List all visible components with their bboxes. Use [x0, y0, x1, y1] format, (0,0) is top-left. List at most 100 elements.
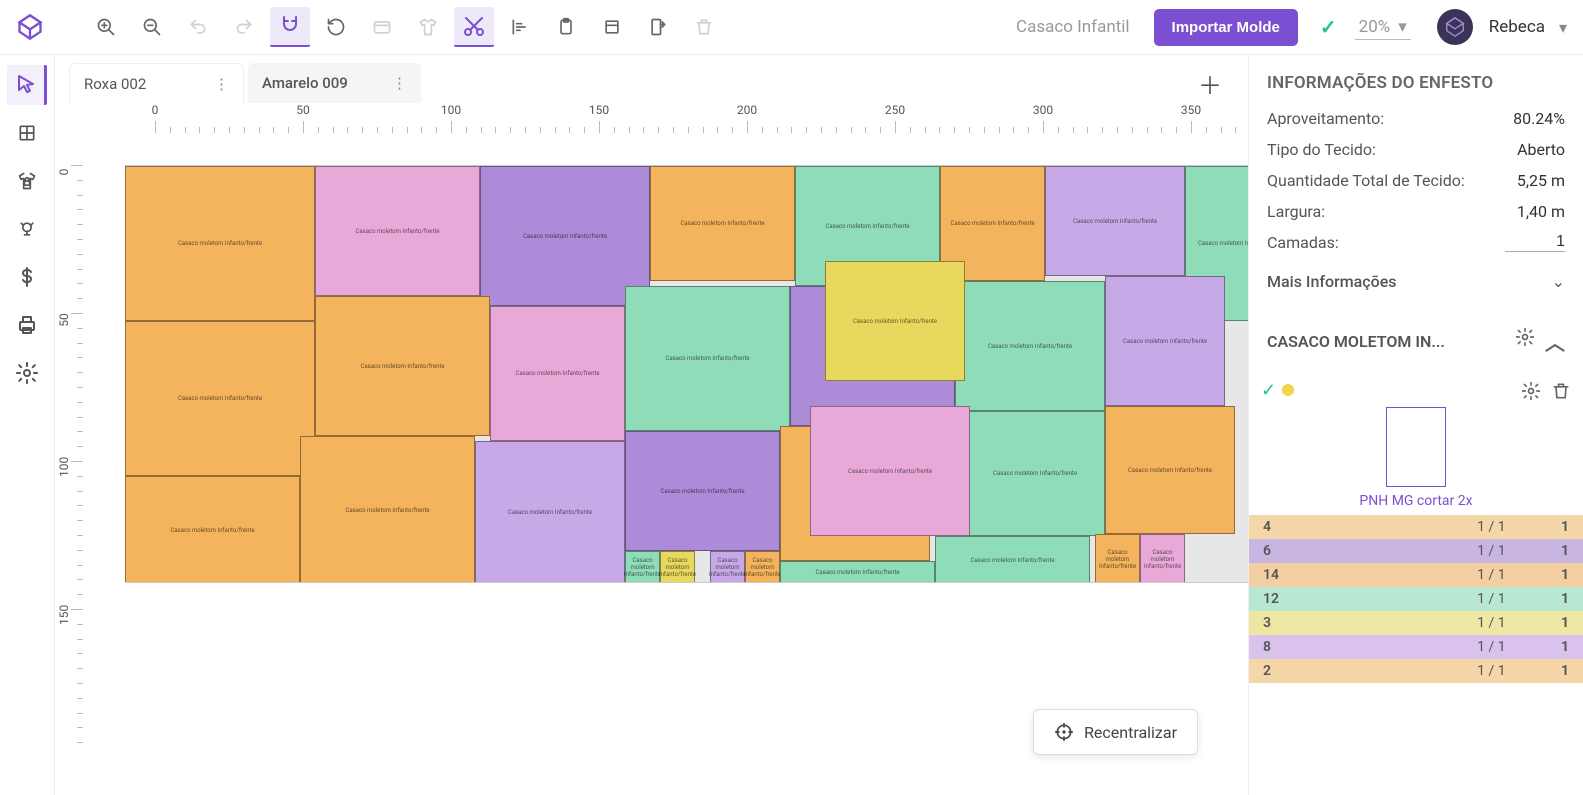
- settings-tool[interactable]: [7, 353, 47, 393]
- user-avatar[interactable]: [1437, 9, 1473, 45]
- pattern-piece[interactable]: Casaco moletom Infanto/frente: [955, 281, 1105, 411]
- redo-button[interactable]: [224, 7, 264, 47]
- nesting-area[interactable]: Casaco moletom Infanto/frenteCasaco mole…: [125, 165, 1248, 583]
- label: Largura:: [1267, 202, 1325, 221]
- size-row[interactable]: 121 / 11: [1249, 587, 1583, 611]
- pattern-piece[interactable]: Casaco moletom Infanto/frente: [710, 551, 745, 583]
- check-icon: ✓: [1261, 380, 1276, 401]
- top-toolbar: Casaco Infantil Importar Molde ✓ 20% ▾ R…: [0, 0, 1583, 55]
- value: 80.24%: [1513, 109, 1565, 128]
- pattern-section-header[interactable]: CASACO MOLETOM IN... ︿: [1249, 305, 1583, 370]
- pattern-piece[interactable]: Casaco moletom Infanto/frente: [125, 166, 315, 321]
- undo-button[interactable]: [178, 7, 218, 47]
- tab-label: Amarelo 009: [262, 74, 382, 92]
- more-info-toggle[interactable]: Mais Informações ⌄: [1249, 258, 1583, 305]
- pattern-piece[interactable]: Casaco moletom Infanto/frente: [810, 406, 970, 536]
- pattern-piece[interactable]: Casaco moletom Infanto/frente: [480, 166, 650, 306]
- more-label: Mais Informações: [1267, 272, 1397, 291]
- export-button[interactable]: [638, 7, 678, 47]
- pattern-piece[interactable]: Casaco moletom Infanto/frente: [965, 411, 1105, 536]
- size-row[interactable]: 81 / 11: [1249, 635, 1583, 659]
- left-sidebar: [0, 55, 55, 795]
- price-tool[interactable]: [7, 257, 47, 297]
- delete-button[interactable]: [684, 7, 724, 47]
- tab-more-icon[interactable]: ⋮: [214, 75, 229, 93]
- magnet-button[interactable]: [270, 7, 310, 47]
- size-row[interactable]: 141 / 11: [1249, 563, 1583, 587]
- size-table: 41 / 1161 / 11141 / 11121 / 1131 / 1181 …: [1249, 515, 1583, 683]
- info-panel: INFORMAÇÕES DO ENFESTO Aproveitamento: 8…: [1248, 55, 1583, 795]
- add-tab-button[interactable]: ＋: [1186, 66, 1234, 101]
- label: Tipo do Tecido:: [1267, 140, 1376, 159]
- pattern-piece[interactable]: Casaco moletom Infanto/frente: [300, 436, 475, 583]
- pattern-piece[interactable]: Casaco moletom Infanto/frente: [780, 561, 935, 583]
- pattern-piece[interactable]: Casaco moletom Infanto/frente: [125, 321, 315, 476]
- camadas-input[interactable]: [1505, 233, 1565, 252]
- pattern-piece[interactable]: Casaco moletom Infanto/frente: [490, 306, 625, 441]
- clipboard-button[interactable]: [546, 7, 586, 47]
- row-largura: Largura: 1,40 m: [1249, 196, 1583, 227]
- recenter-label: Recentralizar: [1084, 723, 1177, 742]
- pattern-piece[interactable]: Casaco moletom Infanto/frente: [745, 551, 780, 583]
- pattern-piece[interactable]: Casaco moletom Infanto/frente: [625, 551, 660, 583]
- pattern-piece[interactable]: Casaco moletom Infanto/frente: [1045, 166, 1185, 276]
- pattern-piece[interactable]: Casaco moletom Infanto/frente: [1105, 276, 1225, 406]
- part-thumbnail[interactable]: [1386, 407, 1446, 487]
- size-row[interactable]: 21 / 11: [1249, 659, 1583, 683]
- zoom-out-button[interactable]: [132, 7, 172, 47]
- folder-button[interactable]: [362, 7, 402, 47]
- row-camadas: Camadas:: [1249, 227, 1583, 258]
- value: 5,25 m: [1517, 171, 1565, 190]
- cut-button[interactable]: [454, 7, 494, 47]
- label: Quantidade Total de Tecido:: [1267, 171, 1465, 190]
- pattern-piece[interactable]: Casaco moletom Infanto/frente: [475, 441, 625, 583]
- section-title: CASACO MOLETOM IN...: [1267, 332, 1445, 351]
- pattern-piece[interactable]: Casaco moletom Infanto/frente: [825, 261, 965, 381]
- gear-icon[interactable]: [1515, 327, 1535, 347]
- align-button[interactable]: [500, 7, 540, 47]
- row-qtd: Quantidade Total de Tecido: 5,25 m: [1249, 165, 1583, 196]
- lock-tool[interactable]: [7, 161, 47, 201]
- size-row[interactable]: 41 / 11: [1249, 515, 1583, 539]
- pattern-piece[interactable]: Casaco moletom Infanto/frente: [1140, 534, 1185, 583]
- size-row[interactable]: 31 / 11: [1249, 611, 1583, 635]
- box-button[interactable]: [592, 7, 632, 47]
- pattern-piece[interactable]: Casaco moletom Infanto/frente: [625, 286, 790, 431]
- tab-bar: Roxa 002 ⋮ Amarelo 009 ⋮ ＋: [55, 55, 1248, 105]
- shirt-button[interactable]: [408, 7, 448, 47]
- tab-amarelo[interactable]: Amarelo 009 ⋮: [248, 63, 421, 103]
- user-name: Rebeca: [1489, 17, 1545, 37]
- print-tool[interactable]: [7, 305, 47, 345]
- pattern-piece[interactable]: Casaco moletom Infanto/frente: [315, 296, 490, 436]
- import-mold-button[interactable]: Importar Molde: [1154, 9, 1298, 46]
- label: Aproveitamento:: [1267, 109, 1384, 128]
- pattern-piece[interactable]: Casaco moletom Infanto/frente: [315, 166, 480, 296]
- pattern-piece[interactable]: Casaco moletom Infanto/frente: [1105, 406, 1235, 534]
- puzzle-tool[interactable]: [7, 113, 47, 153]
- pattern-piece[interactable]: Casaco moletom Infanto/frente: [125, 476, 300, 583]
- canvas[interactable]: 050100150200250300350 050100150 Casaco m…: [55, 105, 1248, 795]
- pattern-piece[interactable]: Casaco moletom Infanto/frente: [625, 431, 780, 551]
- refresh-button[interactable]: [316, 7, 356, 47]
- bulb-tool[interactable]: [7, 209, 47, 249]
- pattern-piece[interactable]: Casaco moletom Infanto/frente: [660, 551, 695, 583]
- zoom-dropdown[interactable]: 20% ▾: [1355, 15, 1411, 40]
- trash-icon[interactable]: [1551, 381, 1571, 401]
- zoom-in-button[interactable]: [86, 7, 126, 47]
- size-row[interactable]: 61 / 11: [1249, 539, 1583, 563]
- tab-label: Roxa 002: [84, 75, 204, 93]
- gear-icon[interactable]: [1521, 381, 1541, 401]
- pattern-piece[interactable]: Casaco moletom Infanto/frente: [1095, 534, 1140, 583]
- tab-more-icon[interactable]: ⋮: [392, 74, 407, 92]
- chevron-down-icon: ▾: [1398, 17, 1407, 37]
- part-name: PNH MG cortar 2x: [1359, 493, 1472, 509]
- pattern-piece[interactable]: Casaco moletom Infanto/frente: [935, 536, 1090, 583]
- canvas-area: Roxa 002 ⋮ Amarelo 009 ⋮ ＋ 0501001502002…: [55, 55, 1248, 795]
- part-preview: ✓ PNH MG cortar 2x: [1249, 370, 1583, 515]
- user-menu-arrow[interactable]: ▾: [1559, 18, 1567, 37]
- tab-roxa[interactable]: Roxa 002 ⋮: [69, 63, 244, 103]
- recenter-button[interactable]: Recentralizar: [1033, 709, 1198, 755]
- zoom-value: 20%: [1359, 17, 1391, 37]
- pattern-piece[interactable]: Casaco moletom Infanto/frente: [650, 166, 795, 281]
- cursor-tool[interactable]: [7, 65, 47, 105]
